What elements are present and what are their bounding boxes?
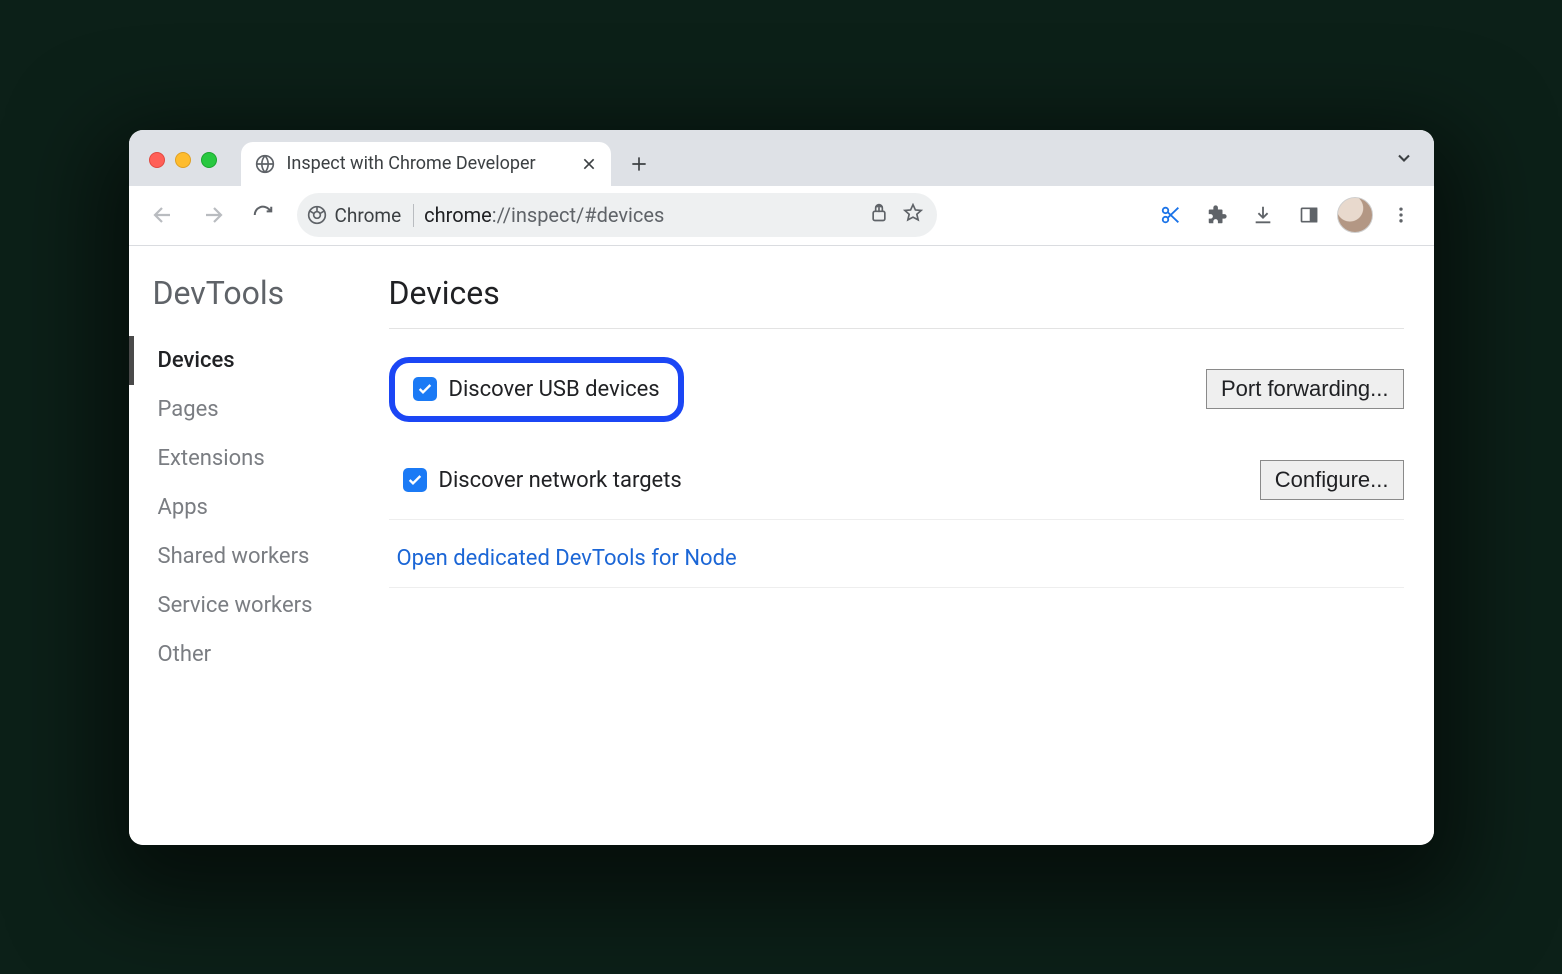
site-chip-label: Chrome xyxy=(335,204,402,227)
url-text: chrome://inspect/#devices xyxy=(424,203,858,227)
sidebar-item-devices[interactable]: Devices xyxy=(129,336,389,385)
downloads-icon[interactable] xyxy=(1242,194,1284,236)
profile-avatar[interactable] xyxy=(1334,194,1376,236)
discover-usb-checkbox[interactable]: Discover USB devices xyxy=(389,357,684,422)
maximize-window-button[interactable] xyxy=(201,152,217,168)
back-button[interactable] xyxy=(141,193,185,237)
sidebar-brand: DevTools xyxy=(129,274,389,336)
browser-window: Inspect with Chrome Developer xyxy=(129,130,1434,845)
share-icon[interactable] xyxy=(869,203,889,228)
checkbox-checked-icon xyxy=(403,468,427,492)
extensions-icon[interactable] xyxy=(1196,194,1238,236)
close-tab-icon[interactable] xyxy=(581,156,597,172)
address-bar[interactable]: Chrome chrome://inspect/#devices xyxy=(297,193,937,237)
discover-usb-label: Discover USB devices xyxy=(449,377,660,402)
open-devtools-node-link[interactable]: Open dedicated DevTools for Node xyxy=(389,534,737,587)
tab-search-button[interactable] xyxy=(1394,148,1414,172)
sidebar-item-apps[interactable]: Apps xyxy=(129,483,389,532)
reload-button[interactable] xyxy=(241,193,285,237)
bookmark-icon[interactable] xyxy=(903,203,923,228)
sidebar-item-extensions[interactable]: Extensions xyxy=(129,434,389,483)
sidebar-item-other[interactable]: Other xyxy=(129,630,389,679)
checkbox-checked-icon xyxy=(413,377,437,401)
menu-button[interactable] xyxy=(1380,194,1422,236)
scissors-icon[interactable] xyxy=(1150,194,1192,236)
toolbar: Chrome chrome://inspect/#devices xyxy=(129,186,1434,246)
avatar-image xyxy=(1337,197,1373,233)
sidebar-nav: Devices Pages Extensions Apps Shared wor… xyxy=(129,336,389,679)
side-panel-icon[interactable] xyxy=(1288,194,1330,236)
node-link-row: Open dedicated DevTools for Node xyxy=(389,534,1404,588)
sidebar: DevTools Devices Pages Extensions Apps S… xyxy=(129,246,389,845)
port-forwarding-button[interactable]: Port forwarding... xyxy=(1206,369,1404,409)
sidebar-item-service-workers[interactable]: Service workers xyxy=(129,581,389,630)
close-window-button[interactable] xyxy=(149,152,165,168)
new-tab-button[interactable] xyxy=(619,144,659,184)
minimize-window-button[interactable] xyxy=(175,152,191,168)
sidebar-item-pages[interactable]: Pages xyxy=(129,385,389,434)
forward-button[interactable] xyxy=(191,193,235,237)
usb-row: Discover USB devices Port forwarding... xyxy=(389,351,1404,440)
page-content: DevTools Devices Pages Extensions Apps S… xyxy=(129,246,1434,845)
active-tab[interactable]: Inspect with Chrome Developer xyxy=(241,142,611,186)
configure-button[interactable]: Configure... xyxy=(1260,460,1404,500)
sidebar-item-shared-workers[interactable]: Shared workers xyxy=(129,532,389,581)
titlebar: Inspect with Chrome Developer xyxy=(129,130,1434,186)
window-controls xyxy=(141,152,241,186)
network-row: Discover network targets Configure... xyxy=(389,454,1404,520)
toolbar-actions xyxy=(1150,194,1422,236)
discover-network-checkbox[interactable]: Discover network targets xyxy=(389,460,696,501)
page-title: Devices xyxy=(389,274,1404,329)
globe-icon xyxy=(255,154,275,174)
site-chip[interactable]: Chrome xyxy=(307,204,415,227)
main-panel: Devices Discover USB devices Port forwar… xyxy=(389,246,1434,845)
tab-title: Inspect with Chrome Developer xyxy=(287,153,569,174)
discover-network-label: Discover network targets xyxy=(439,468,682,493)
